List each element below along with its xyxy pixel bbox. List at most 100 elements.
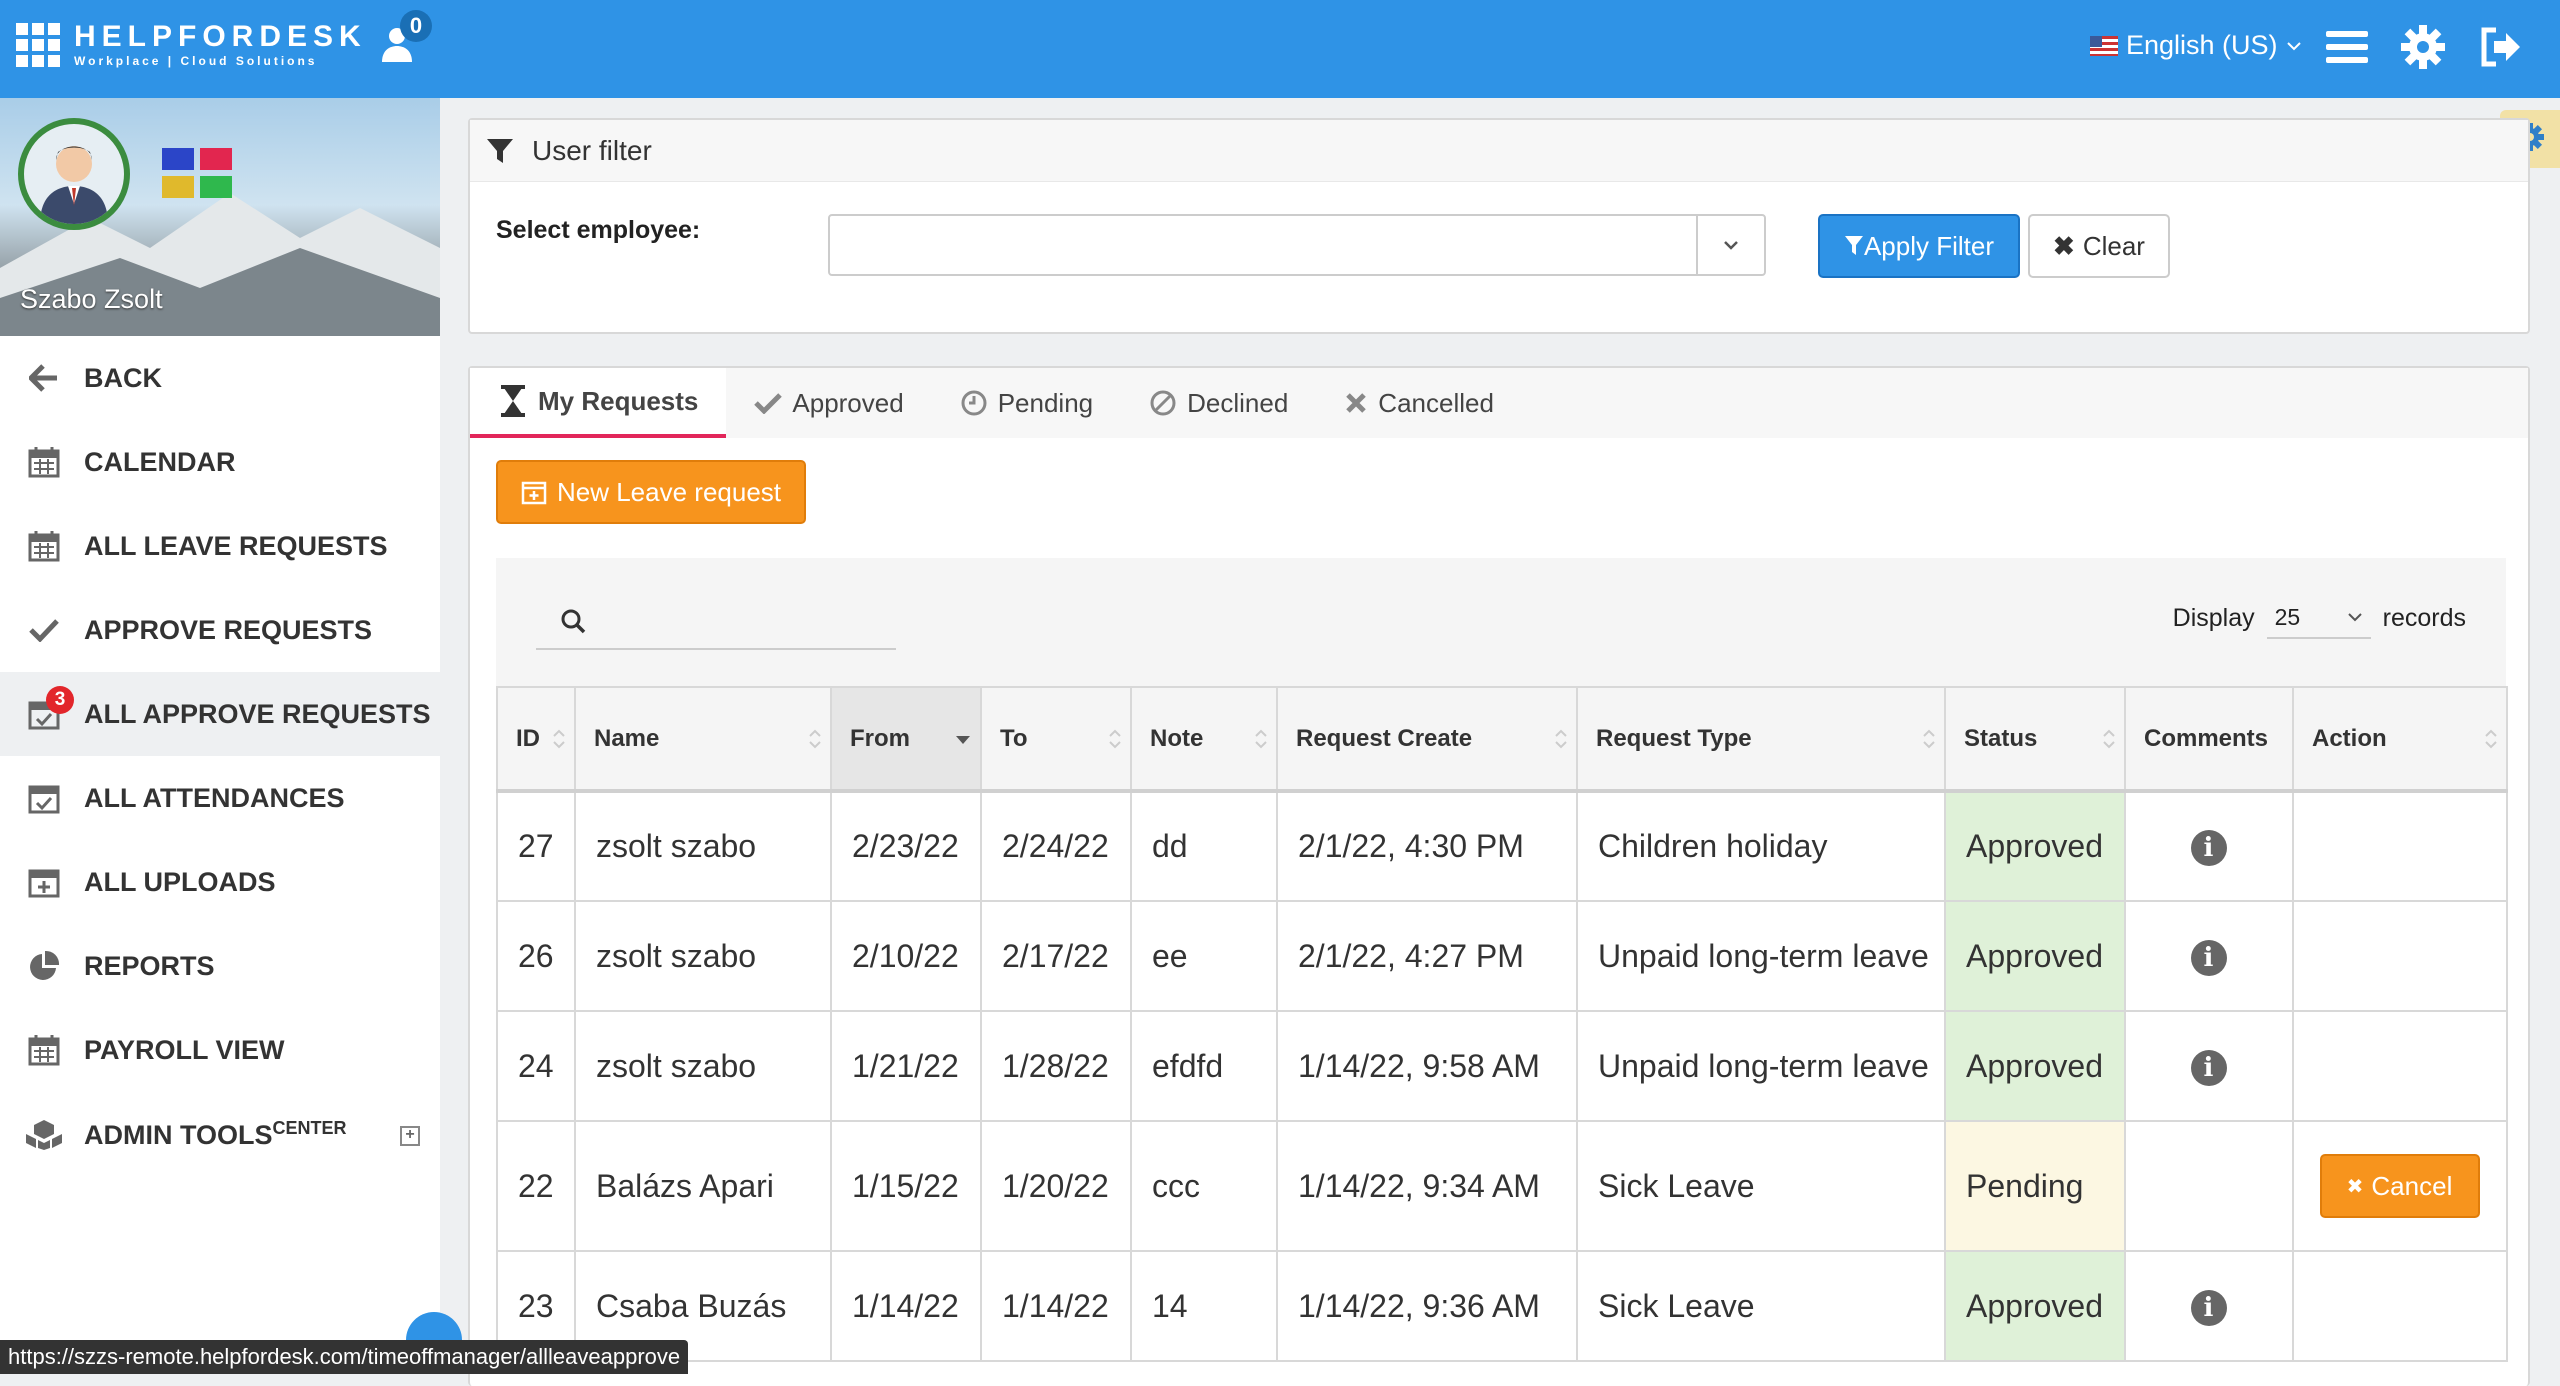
tab-declined[interactable]: Declined bbox=[1121, 368, 1316, 438]
sidebar-item-admin-tools[interactable]: ADMIN TOOLSCENTER + bbox=[0, 1092, 440, 1176]
column-header-name[interactable]: Name bbox=[574, 686, 832, 793]
table-row[interactable]: 27 zsolt szabo 2/23/22 2/24/22 dd 2/1/22… bbox=[496, 790, 2508, 902]
pie-chart-icon bbox=[24, 946, 64, 986]
employee-select[interactable] bbox=[828, 214, 1766, 276]
admin-tools-superscript: CENTER bbox=[272, 1117, 347, 1138]
language-selector[interactable]: English (US) bbox=[2090, 30, 2302, 61]
cell-request-type: Sick Leave bbox=[1576, 1120, 1946, 1252]
sidebar-item-all-attendances[interactable]: ALL ATTENDANCES bbox=[0, 756, 440, 840]
tab-pending[interactable]: Pending bbox=[932, 368, 1121, 438]
select-employee-label: Select employee: bbox=[496, 216, 701, 244]
cell-from: 1/15/22 bbox=[830, 1120, 982, 1252]
clear-label: Clear bbox=[2082, 230, 2145, 261]
calendar-plus-icon bbox=[24, 862, 64, 902]
cell-comments: i bbox=[2124, 790, 2294, 902]
records-label: records bbox=[2382, 604, 2466, 632]
apply-filter-button[interactable]: Apply Filter bbox=[1818, 214, 2020, 278]
arrow-left-icon bbox=[24, 358, 64, 398]
search-icon bbox=[561, 609, 586, 634]
search-input[interactable] bbox=[536, 594, 896, 650]
user-filter-title: User filter bbox=[532, 134, 652, 166]
notification-count-badge[interactable]: 0 bbox=[400, 10, 432, 42]
status-badge: Approved bbox=[1944, 900, 2126, 1012]
info-icon[interactable]: i bbox=[2190, 939, 2227, 976]
column-header-request-type[interactable]: Request Type bbox=[1576, 686, 1946, 793]
check-icon bbox=[754, 393, 783, 414]
request-tabs: My Requests Approved Pending Declined Ca… bbox=[470, 368, 2528, 438]
records-per-page: Display 25 records bbox=[2173, 598, 2466, 639]
status-badge: Approved bbox=[1944, 790, 2126, 902]
requests-table-wrapper: Display 25 records ID Name From To Note bbox=[496, 558, 2508, 1362]
column-header-note[interactable]: Note bbox=[1130, 686, 1278, 793]
status-bar-url: https://szzs-remote.helpfordesk.com/time… bbox=[0, 1340, 689, 1374]
table-row[interactable]: 23 Csaba Buzás 1/14/22 1/14/22 14 1/14/2… bbox=[496, 1250, 2508, 1362]
chevron-down-icon bbox=[2347, 613, 2362, 622]
sidebar-item-calendar[interactable]: CALENDAR bbox=[0, 420, 440, 504]
us-flag-icon bbox=[2090, 35, 2118, 56]
close-icon: ✖ bbox=[2053, 230, 2075, 261]
sidebar-item-label: CALENDAR bbox=[84, 446, 236, 477]
info-icon[interactable]: i bbox=[2190, 1049, 2227, 1086]
page-size-select[interactable]: 25 bbox=[2266, 598, 2371, 639]
expand-plus-icon[interactable]: + bbox=[400, 1126, 420, 1146]
cell-name: zsolt szabo bbox=[574, 900, 832, 1012]
sidebar-item-all-uploads[interactable]: ALL UPLOADS bbox=[0, 840, 440, 924]
calendar-icon bbox=[24, 1030, 64, 1070]
table-row[interactable]: 24 zsolt szabo 1/21/22 1/28/22 efdfd 1/1… bbox=[496, 1010, 2508, 1122]
cell-name: zsolt szabo bbox=[574, 1010, 832, 1122]
column-header-to[interactable]: To bbox=[980, 686, 1132, 793]
column-header-status[interactable]: Status bbox=[1944, 686, 2126, 793]
top-bar: HELPFORDESK Workplace | Cloud Solutions … bbox=[0, 0, 2560, 98]
info-icon[interactable]: i bbox=[2190, 830, 2227, 866]
tab-cancelled[interactable]: Cancelled bbox=[1316, 368, 1522, 438]
avatar[interactable] bbox=[18, 118, 130, 230]
sort-icon bbox=[1923, 729, 1935, 749]
sidebar-item-all-approve-requests[interactable]: 3 ALL APPROVE REQUESTS bbox=[0, 672, 440, 756]
status-badge: Pending bbox=[1944, 1120, 2126, 1252]
hourglass-icon bbox=[501, 385, 525, 417]
cell-note: dd bbox=[1130, 790, 1278, 902]
cell-comments: i bbox=[2124, 1010, 2294, 1122]
cell-id: 27 bbox=[496, 790, 576, 902]
brand-logo[interactable]: HELPFORDESK Workplace | Cloud Solutions bbox=[16, 22, 367, 68]
hamburger-menu-icon[interactable] bbox=[2322, 22, 2372, 72]
column-header-id[interactable]: ID bbox=[496, 686, 576, 793]
cell-action bbox=[2292, 900, 2508, 1012]
column-header-action[interactable]: Action bbox=[2292, 686, 2508, 793]
logout-icon[interactable] bbox=[2476, 22, 2526, 72]
sort-icon bbox=[2485, 729, 2497, 749]
info-icon[interactable]: i bbox=[2190, 1289, 2227, 1326]
tab-label: Approved bbox=[792, 387, 904, 418]
sort-desc-icon bbox=[956, 736, 970, 744]
new-leave-request-button[interactable]: New Leave request bbox=[496, 460, 806, 524]
sidebar-item-reports[interactable]: REPORTS bbox=[0, 924, 440, 1008]
page-size-value: 25 bbox=[2274, 604, 2301, 630]
tab-my-requests[interactable]: My Requests bbox=[470, 368, 727, 438]
chevron-down-icon[interactable] bbox=[1696, 216, 1764, 274]
column-header-comments[interactable]: Comments bbox=[2124, 686, 2294, 793]
sidebar-item-approve-requests[interactable]: APPROVE REQUESTS bbox=[0, 588, 440, 672]
table-row[interactable]: 26 zsolt szabo 2/10/22 2/17/22 ee 2/1/22… bbox=[496, 900, 2508, 1012]
filter-icon bbox=[487, 138, 513, 163]
column-header-from[interactable]: From bbox=[830, 686, 982, 793]
sidebar-item-back[interactable]: BACK bbox=[0, 336, 440, 420]
table-row[interactable]: 22 Balázs Apari 1/15/22 1/20/22 ccc 1/14… bbox=[496, 1120, 2508, 1252]
sidebar-item-payroll-view[interactable]: PAYROLL VIEW bbox=[0, 1008, 440, 1092]
brand-tagline: Workplace | Cloud Solutions bbox=[74, 54, 318, 68]
cell-to: 1/28/22 bbox=[980, 1010, 1132, 1122]
column-header-request-create[interactable]: Request Create bbox=[1276, 686, 1578, 793]
cell-request-type: Unpaid long-term leave bbox=[1576, 900, 1946, 1012]
cell-id: 24 bbox=[496, 1010, 576, 1122]
sidebar-item-label: ADMIN TOOLSCENTER bbox=[84, 1117, 347, 1150]
tab-approved[interactable]: Approved bbox=[726, 368, 931, 438]
gear-icon[interactable] bbox=[2398, 22, 2448, 72]
clock-icon bbox=[961, 390, 987, 416]
cell-from: 2/10/22 bbox=[830, 900, 982, 1012]
clear-button[interactable]: ✖ Clear bbox=[2028, 214, 2170, 278]
sidebar-item-all-leave-requests[interactable]: ALL LEAVE REQUESTS bbox=[0, 504, 440, 588]
sort-icon bbox=[2103, 729, 2115, 749]
calendar-icon bbox=[24, 526, 64, 566]
cell-request-type: Sick Leave bbox=[1576, 1250, 1946, 1362]
calendar-plus-icon bbox=[521, 481, 547, 505]
cancel-request-button[interactable]: ✖ Cancel bbox=[2319, 1154, 2480, 1218]
